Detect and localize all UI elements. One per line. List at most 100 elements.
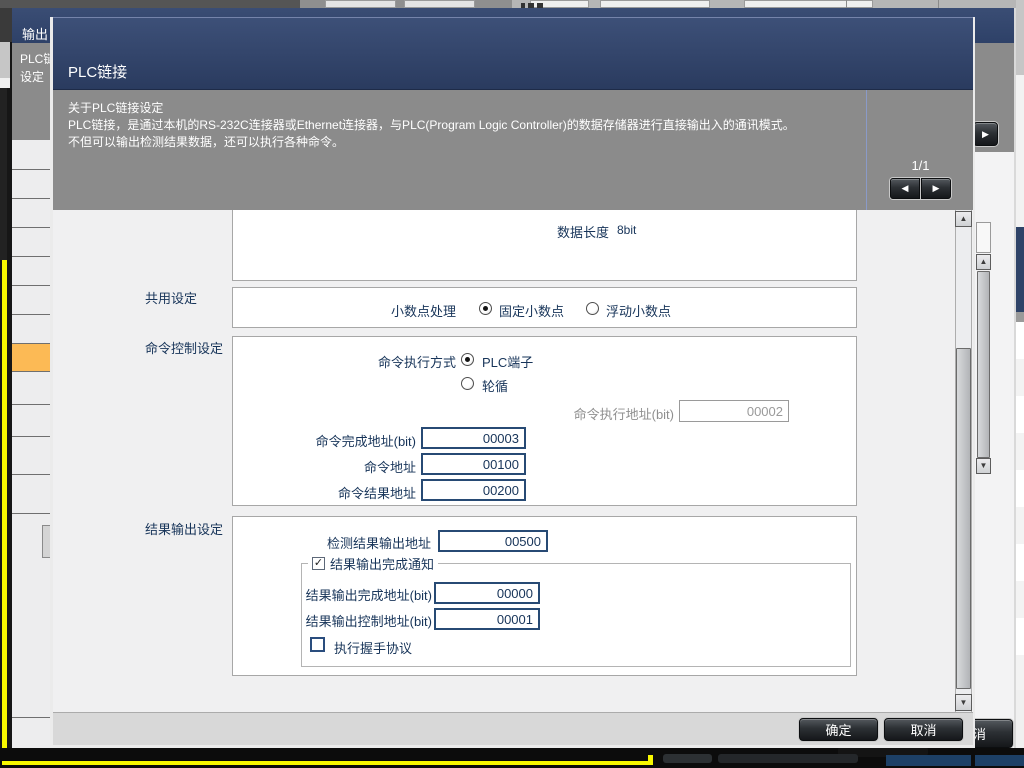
data-length-panel: 数据长度 8bit <box>232 210 857 281</box>
handshake-checkbox[interactable] <box>310 637 325 652</box>
bg-scrollbar-tracktop <box>976 222 991 253</box>
bg-scrollbar-down-button[interactable]: ▼ <box>976 458 991 474</box>
done-addr-input[interactable] <box>421 427 526 449</box>
right-edge-gray-block <box>1016 312 1024 322</box>
scroll-down-icon: ▼ <box>980 462 988 470</box>
bottom-navy-bar <box>886 755 971 766</box>
dialog-scrollbar-down-button[interactable]: ▼ <box>955 694 972 711</box>
option-floating-decimal-label: 浮动小数点 <box>606 301 671 320</box>
edge-block-light <box>0 42 10 78</box>
dialog-border-bottom <box>50 745 975 748</box>
radio-polling[interactable] <box>461 377 474 390</box>
scroll-down-icon: ▼ <box>960 699 968 707</box>
yellow-highlight-left-edge <box>2 260 7 766</box>
toolbar-divider <box>846 0 847 8</box>
section-label-result: 结果输出设定 <box>145 519 223 538</box>
check-icon: ✓ <box>314 558 323 569</box>
bg-scrollbar-thumb[interactable] <box>977 271 990 458</box>
cancel-button[interactable]: 取消 <box>884 718 963 741</box>
plc-link-dialog: PLC链接 关于PLC链接设定 PLC链接，是通过本机的RS-232C连接器或E… <box>53 17 973 745</box>
cmd-result-addr-label: 命令结果地址 <box>271 483 416 502</box>
ok-button-label: 确定 <box>825 720 851 739</box>
sidebar-label-line2: 设定 <box>20 68 44 85</box>
output-window-title: 输出 <box>22 24 48 43</box>
bg-scrollbar-up-button[interactable]: ▲ <box>976 254 991 270</box>
radio-plc-terminal[interactable] <box>461 353 474 366</box>
cmd-addr-input[interactable] <box>421 453 526 475</box>
toolbar-button[interactable] <box>325 0 396 8</box>
result-output-addr-label: 检测结果输出地址 <box>271 533 431 552</box>
yellow-highlight-bottom-edge <box>2 761 653 765</box>
toolbar-divider <box>938 0 939 8</box>
dialog-scrollbar-up-button[interactable]: ▲ <box>955 211 972 227</box>
description-line-3: 不但可以输出检测结果数据，还可以执行各种命令。 <box>68 133 344 150</box>
ok-button[interactable]: 确定 <box>799 718 878 741</box>
output-pager-next-button[interactable]: ▶ <box>973 122 998 146</box>
data-length-value: 8bit <box>617 223 636 237</box>
dialog-scrollbar-thumb[interactable] <box>956 348 971 689</box>
right-edge-body <box>1016 75 1024 227</box>
option-fixed-decimal-label: 固定小数点 <box>499 301 564 320</box>
chevron-right-icon: ▶ <box>933 183 940 194</box>
edge-block-black <box>0 88 7 260</box>
cancel-button-label: 取消 <box>910 720 936 739</box>
result-ctrl-addr-input[interactable] <box>434 608 540 630</box>
data-length-label: 数据长度 <box>557 222 609 241</box>
edge-block-white <box>0 78 10 88</box>
option-plc-terminal-label: PLC端子 <box>482 352 533 371</box>
bottom-navy-bar <box>975 755 1024 766</box>
toolbar-left-segment <box>0 0 300 8</box>
pager-prev-button[interactable]: ◀ <box>890 178 920 199</box>
option-polling-label: 轮循 <box>482 376 508 395</box>
done-addr-label: 命令完成地址(bit) <box>271 431 416 450</box>
result-output-panel: 检测结果输出地址 ✓ 结果输出完成通知 结果输出完成地址(bit) 结果输出控制… <box>232 516 857 676</box>
notify-legend: ✓ 结果输出完成通知 <box>308 555 438 571</box>
notify-checkbox[interactable]: ✓ <box>312 557 325 570</box>
chevron-left-icon: ◀ <box>902 183 909 194</box>
handshake-label: 执行握手协议 <box>334 638 412 657</box>
dialog-description: 关于PLC链接设定 PLC链接，是通过本机的RS-232C连接器或Etherne… <box>53 90 866 210</box>
right-edge-rows <box>1016 322 1024 690</box>
result-done-addr-label: 结果输出完成地址(bit) <box>274 585 432 604</box>
right-edge-selected-row <box>1016 227 1024 312</box>
pager-next-button[interactable]: ▶ <box>921 178 951 199</box>
radio-floating-decimal[interactable] <box>586 302 599 315</box>
radio-fixed-decimal[interactable] <box>479 302 492 315</box>
scroll-up-icon: ▲ <box>960 215 968 223</box>
dialog-footer: 确定 取消 <box>53 712 973 745</box>
dialog-border-right <box>973 17 975 748</box>
decimal-handling-label: 小数点处理 <box>391 301 456 320</box>
result-ctrl-addr-label: 结果输出控制地址(bit) <box>274 611 432 630</box>
description-line-1: 关于PLC链接设定 <box>68 99 163 116</box>
dialog-pager: 1/1 ◀ ▶ <box>866 90 973 210</box>
toolbar-button[interactable] <box>404 0 475 8</box>
exec-addr-label: 命令执行地址(bit) <box>554 404 674 423</box>
edge-block-dark <box>0 8 12 42</box>
dialog-titlebar: PLC链接 <box>53 17 973 90</box>
exec-addr-input[interactable] <box>679 400 789 422</box>
scroll-up-icon: ▲ <box>980 258 988 266</box>
top-toolbar <box>0 0 1024 8</box>
play-icon: ▶ <box>982 129 989 140</box>
dialog-title: PLC链接 <box>68 61 127 82</box>
toolbar-button[interactable] <box>744 0 873 8</box>
result-output-addr-input[interactable] <box>438 530 548 552</box>
result-done-addr-input[interactable] <box>434 582 540 604</box>
bottom-strip <box>0 748 1024 768</box>
common-settings-panel: 小数点处理 固定小数点 浮动小数点 <box>232 287 857 328</box>
right-edge-bottom <box>1016 690 1024 748</box>
yellow-highlight-corner <box>648 755 653 765</box>
bottom-bar-fragment <box>663 754 712 763</box>
section-label-command: 命令控制设定 <box>145 338 223 357</box>
notify-groupbox: ✓ 结果输出完成通知 结果输出完成地址(bit) 结果输出控制地址(bit) 执… <box>301 563 851 667</box>
section-label-common: 共用设定 <box>145 288 197 307</box>
toolbar-button[interactable] <box>600 0 710 8</box>
right-edge-top <box>1016 0 1024 75</box>
command-control-panel: 命令执行方式 PLC端子 轮循 命令执行地址(bit) 命令完成地址(bit) … <box>232 336 857 506</box>
description-line-2: PLC链接，是通过本机的RS-232C连接器或Ethernet连接器，与PLC(… <box>68 116 795 133</box>
cmd-addr-label: 命令地址 <box>271 457 416 476</box>
bottom-bar-fragment <box>718 754 858 763</box>
notify-label: 结果输出完成通知 <box>330 554 434 573</box>
dialog-form-body: 数据长度 8bit 共用设定 小数点处理 固定小数点 浮动小数点 命令控制设定 … <box>53 210 973 712</box>
cmd-result-addr-input[interactable] <box>421 479 526 501</box>
